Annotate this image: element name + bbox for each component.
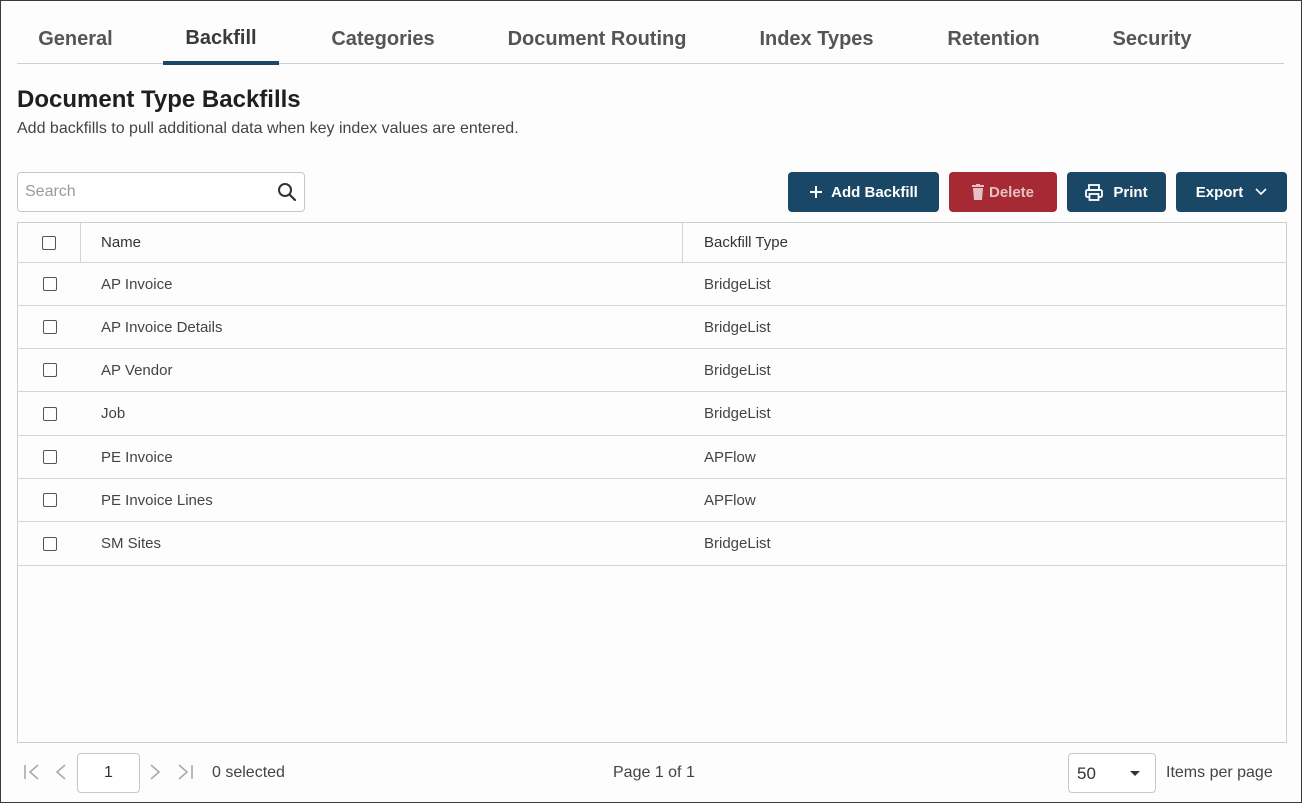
select-all-checkbox[interactable] (42, 235, 56, 250)
chevron-down-icon (1255, 188, 1267, 196)
row-type: BridgeList (704, 275, 771, 293)
search-box (17, 172, 305, 212)
previous-page-icon[interactable] (54, 763, 68, 781)
tab-backfill[interactable]: Backfill (163, 14, 279, 65)
print-label: Print (1113, 183, 1148, 201)
first-page-icon[interactable] (22, 763, 42, 781)
items-per-page-label: Items per page (1166, 764, 1273, 781)
row-type: APFlow (704, 448, 756, 466)
page-size-value: 50 (1077, 764, 1096, 783)
trash-icon (971, 184, 984, 200)
next-page-icon[interactable] (148, 763, 162, 781)
tab-categories[interactable]: Categories (317, 14, 449, 63)
row-name: PE Invoice Lines (101, 491, 213, 509)
delete-button[interactable]: Delete (949, 172, 1057, 212)
page-size-select[interactable]: 50 (1068, 753, 1156, 793)
backfill-table: Name Backfill Type AP Invoice BridgeList… (17, 222, 1287, 743)
table-row[interactable]: SM Sites BridgeList (18, 522, 1286, 566)
row-checkbox[interactable] (42, 536, 57, 551)
row-type: BridgeList (704, 318, 771, 336)
select-all-cell (18, 223, 81, 262)
row-type: APFlow (704, 491, 756, 509)
row-type: BridgeList (704, 405, 771, 422)
row-checkbox[interactable] (42, 406, 57, 421)
delete-label: Delete (988, 183, 1035, 201)
page-number-input[interactable] (77, 753, 140, 793)
last-page-icon[interactable] (175, 763, 195, 781)
page-subtitle: Add backfills to pull additional data wh… (17, 120, 519, 137)
print-button[interactable]: Print (1067, 172, 1166, 212)
row-name: SM Sites (101, 535, 162, 552)
table-row[interactable]: PE Invoice APFlow (18, 436, 1286, 479)
tab-index-types[interactable]: Index Types (744, 14, 889, 63)
table-header-row: Name Backfill Type (18, 223, 1286, 263)
table-row[interactable]: Job BridgeList (18, 392, 1286, 436)
row-check-cell (18, 479, 81, 521)
page-title: Document Type Backfills (17, 86, 301, 113)
row-check-cell (18, 306, 81, 348)
printer-icon (1085, 183, 1104, 201)
row-check-cell (18, 392, 81, 435)
row-name: PE Invoice (101, 448, 173, 466)
row-name: AP Invoice (101, 275, 173, 293)
tab-document-routing[interactable]: Document Routing (495, 14, 699, 63)
plus-icon (810, 186, 823, 198)
tab-retention[interactable]: Retention (931, 14, 1056, 63)
table-row[interactable]: AP Invoice Details BridgeList (18, 306, 1286, 349)
column-header-name[interactable]: Name (81, 223, 683, 262)
search-icon[interactable] (277, 182, 297, 202)
page-indicator: Page 1 of 1 (613, 764, 695, 781)
row-checkbox[interactable] (42, 320, 57, 334)
row-checkbox[interactable] (42, 450, 57, 464)
tab-general[interactable]: General (17, 14, 134, 63)
row-check-cell (18, 522, 81, 565)
row-check-cell (18, 263, 81, 305)
export-button[interactable]: Export (1176, 172, 1287, 212)
row-name: AP Vendor (101, 361, 173, 379)
table-row[interactable]: PE Invoice Lines APFlow (18, 479, 1286, 522)
add-backfill-label: Add Backfill (831, 183, 918, 201)
row-type: BridgeList (704, 361, 771, 379)
row-check-cell (18, 436, 81, 478)
row-type: BridgeList (704, 535, 771, 552)
table-row[interactable]: AP Invoice BridgeList (18, 263, 1286, 306)
tab-security[interactable]: Security (1099, 14, 1205, 63)
row-name: AP Invoice Details (101, 318, 223, 336)
row-checkbox[interactable] (42, 277, 57, 291)
row-checkbox[interactable] (42, 363, 57, 377)
search-input[interactable] (18, 173, 268, 211)
row-name: Job (101, 405, 126, 422)
column-header-backfill-type[interactable]: Backfill Type (704, 223, 1264, 262)
export-label: Export (1195, 183, 1244, 201)
row-check-cell (18, 349, 81, 391)
caret-down-icon (1130, 771, 1140, 776)
table-row[interactable]: AP Vendor BridgeList (18, 349, 1286, 392)
tab-bar: General Backfill Categories Document Rou… (17, 14, 1284, 65)
selected-count: 0 selected (212, 764, 285, 781)
add-backfill-button[interactable]: Add Backfill (788, 172, 939, 212)
row-checkbox[interactable] (42, 493, 57, 507)
